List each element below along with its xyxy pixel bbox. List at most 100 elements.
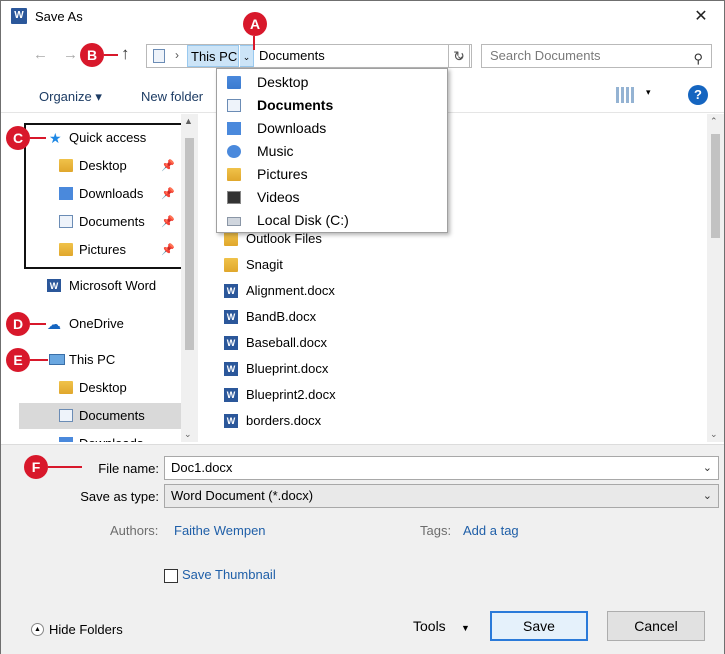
new-folder-button[interactable]: New folder (141, 89, 203, 104)
scroll-down-icon[interactable]: ⌄ (184, 429, 192, 440)
folder-icon (224, 232, 238, 246)
file-name: Snagit (246, 257, 283, 272)
title-bar: W Save As ✕ (1, 1, 724, 33)
dropdown-item-label: Videos (257, 189, 300, 205)
tools-chevron-icon[interactable]: ▼ (461, 623, 470, 633)
sidebar-item-microsoft-word[interactable]: W Microsoft Word (19, 273, 181, 299)
sidebar-item-label: OneDrive (69, 316, 124, 331)
sidebar-item-label: This PC (69, 352, 116, 367)
callout-b-pointer (104, 54, 118, 56)
authors-label: Authors: (110, 523, 159, 538)
downloads-icon (59, 437, 73, 442)
cancel-button[interactable]: Cancel (607, 611, 705, 641)
address-bar[interactable]: › This PC ⌄ Documents ⌄ (146, 44, 472, 68)
scroll-up-icon[interactable]: ⌃ (710, 116, 718, 127)
file-name-value: Doc1.docx (171, 460, 233, 475)
sidebar-item-label: Desktop (79, 380, 127, 395)
dropdown-item-desktop[interactable]: Desktop (217, 71, 447, 94)
word-document-icon: W (224, 310, 238, 324)
sidebar-item-documents[interactable]: Documents (19, 403, 181, 429)
word-document-icon: W (224, 388, 238, 402)
save-options-panel: File name: Doc1.docx ⌄ Save as type: Wor… (1, 444, 724, 654)
music-icon (227, 145, 241, 158)
documents-icon (59, 409, 73, 422)
breadcrumb-separator: › (175, 48, 179, 62)
dropdown-item-label: Desktop (257, 74, 309, 90)
refresh-button[interactable]: ↻ (448, 44, 470, 68)
breadcrumb-documents[interactable]: Documents (259, 48, 325, 63)
downloads-icon (227, 122, 241, 135)
dropdown-item-documents[interactable]: Documents (217, 94, 447, 117)
sidebar-scroll-thumb[interactable] (185, 138, 194, 350)
chevron-down-icon[interactable]: ⌄ (703, 485, 712, 507)
dropdown-item-label: Downloads (257, 120, 327, 136)
folder-icon (224, 258, 238, 272)
forward-arrow-icon[interactable]: → (63, 46, 78, 63)
desktop-folder-icon (227, 76, 241, 89)
dropdown-item-label: Music (257, 143, 294, 159)
up-arrow-icon[interactable]: ↑ (121, 44, 130, 64)
chevron-down-icon[interactable]: ⌄ (703, 457, 712, 479)
file-name-label: File name: (98, 461, 159, 476)
dropdown-item-music[interactable]: Music (217, 140, 447, 163)
dropdown-item-label: Documents (257, 97, 334, 113)
hide-folders-label: Hide Folders (49, 622, 123, 637)
documents-location-icon (153, 49, 165, 63)
save-as-type-select[interactable]: Word Document (*.docx) ⌄ (164, 484, 719, 508)
quick-access-highlight-box (24, 123, 183, 269)
view-options-chevron-icon[interactable]: ▾ (646, 87, 651, 98)
file-name-input[interactable]: Doc1.docx ⌄ (164, 456, 719, 480)
callout-f: F (24, 455, 48, 479)
help-icon[interactable]: ? (688, 85, 708, 105)
sidebar-item-label: Microsoft Word (69, 278, 157, 293)
sidebar-item-downloads[interactable]: Downloads (19, 431, 181, 442)
word-document-icon: W (224, 284, 238, 298)
pictures-icon (227, 168, 241, 181)
address-dropdown-menu: Desktop Documents Downloads Music Pictur… (216, 68, 448, 233)
callout-e-pointer (30, 359, 48, 361)
organize-menu[interactable]: Organize ▾ (39, 89, 102, 105)
sidebar-item-label: Downloads (79, 431, 143, 442)
search-input[interactable]: Search Documents ⚲ (481, 44, 712, 68)
dropdown-item-videos[interactable]: Videos (217, 186, 447, 209)
save-thumbnail-label[interactable]: Save Thumbnail (182, 567, 276, 582)
file-name: Blueprint.docx (246, 361, 329, 376)
file-list-scroll-thumb[interactable] (711, 134, 720, 238)
add-tag-link[interactable]: Add a tag (463, 523, 519, 538)
sidebar-scrollbar[interactable]: ▲ ⌄ (181, 114, 198, 442)
dropdown-item-label: Local Disk (C:) (257, 212, 349, 228)
dropdown-item-local-disk[interactable]: Local Disk (C:) (217, 209, 447, 232)
callout-d-pointer (30, 323, 46, 325)
breadcrumb-this-pc[interactable]: This PC (187, 45, 239, 67)
tools-menu[interactable]: Tools (413, 618, 446, 634)
back-arrow-icon[interactable]: ← (33, 46, 48, 63)
breadcrumb-dropdown-button[interactable]: ⌄ (240, 45, 254, 67)
file-list-scrollbar[interactable]: ⌃ ⌄ (707, 114, 724, 442)
callout-f-pointer (48, 466, 82, 468)
cloud-icon: ☁ (47, 316, 61, 332)
dropdown-item-downloads[interactable]: Downloads (217, 117, 447, 140)
collapse-up-icon: ▲ (31, 623, 44, 636)
window-title: Save As (35, 9, 83, 24)
search-placeholder: Search Documents (490, 48, 601, 63)
view-options-icon[interactable] (616, 87, 634, 103)
file-name: borders.docx (246, 413, 322, 428)
callout-a: A (243, 12, 267, 36)
search-icon[interactable]: ⚲ (693, 48, 703, 70)
close-button[interactable]: ✕ (688, 5, 714, 29)
dropdown-item-label: Pictures (257, 166, 308, 182)
sidebar-item-desktop[interactable]: Desktop (19, 375, 181, 401)
word-app-icon: W (11, 8, 27, 24)
computer-icon (49, 354, 65, 365)
save-thumbnail-checkbox[interactable] (164, 569, 178, 583)
authors-value[interactable]: Faithe Wempen (174, 523, 266, 538)
save-button[interactable]: Save (490, 611, 588, 641)
save-as-type-value: Word Document (*.docx) (171, 488, 314, 503)
file-name: Baseball.docx (246, 335, 327, 350)
dropdown-item-pictures[interactable]: Pictures (217, 163, 447, 186)
scroll-up-icon[interactable]: ▲ (184, 116, 193, 126)
callout-b: B (80, 43, 104, 67)
scroll-down-icon[interactable]: ⌄ (710, 429, 718, 440)
save-as-dialog: W Save As ✕ ← → ↑ › This PC ⌄ Documents … (0, 0, 725, 654)
desktop-folder-icon (59, 381, 73, 394)
